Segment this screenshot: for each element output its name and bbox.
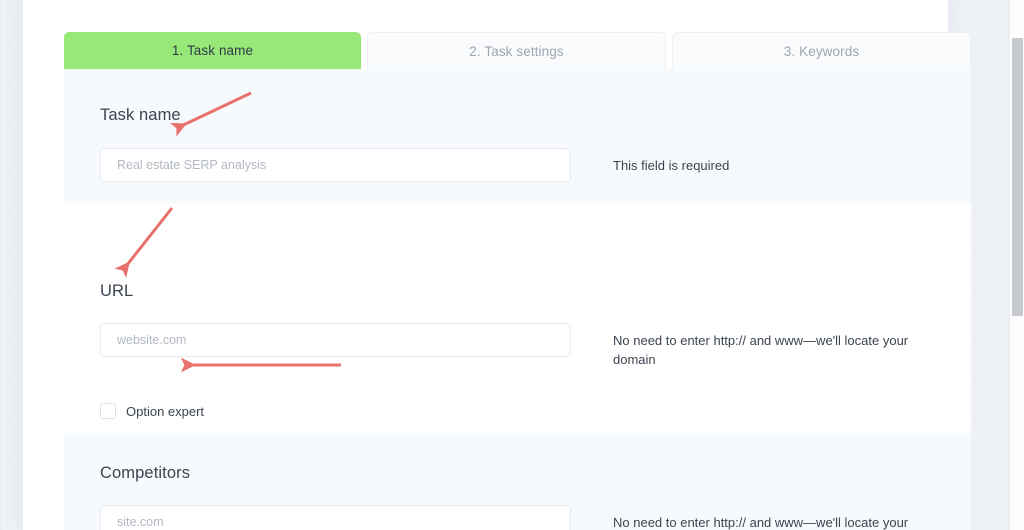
vertical-scrollbar-track[interactable] [1009,0,1024,530]
url-heading: URL [100,282,134,300]
step-tabs: 1. Task name 2. Task settings 3. Keyword… [64,32,971,69]
competitors-heading: Competitors [100,464,191,482]
task-form: Task name This field is required URL No … [64,69,971,530]
task-creation-card: 1. Task name 2. Task settings 3. Keyword… [23,0,971,530]
section-competitors: Competitors No need to enter http:// and… [64,433,971,530]
task-name-input[interactable] [100,148,571,182]
tab-task-settings-label: 2. Task settings [469,43,564,59]
task-name-heading: Task name [100,106,181,124]
section-url: URL No need to enter http:// and www—we'… [64,203,971,433]
url-hint: No need to enter http:// and www—we'll l… [613,333,909,367]
section-task-name: Task name This field is required [64,69,971,203]
tab-keywords[interactable]: 3. Keywords [672,32,971,69]
checkbox-icon[interactable] [100,403,116,419]
task-name-hint: This field is required [613,158,730,173]
option-expert-label: Option expert [126,403,205,419]
tab-task-settings[interactable]: 2. Task settings [367,32,666,69]
option-expert-checkbox-row[interactable]: Option expert [100,403,204,419]
competitors-input[interactable] [100,505,571,530]
tab-task-name[interactable]: 1. Task name [64,32,361,69]
vertical-scrollbar-thumb[interactable] [1012,38,1023,316]
tab-task-name-label: 1. Task name [171,43,254,58]
competitors-hint: No need to enter http:// and www—we'll l… [613,515,909,530]
url-input[interactable] [100,323,571,357]
tab-keywords-label: 3. Keywords [783,43,860,59]
